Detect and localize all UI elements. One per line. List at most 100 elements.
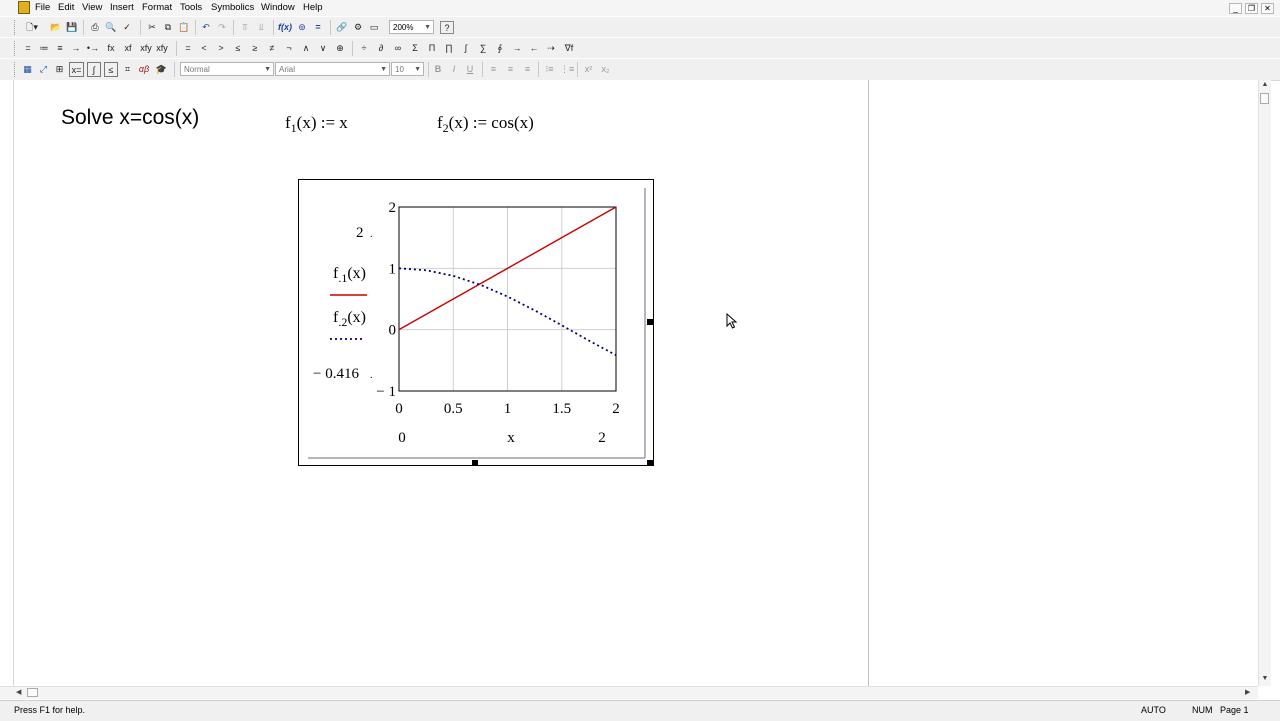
not-equal-button[interactable]: ≠ xyxy=(266,41,278,56)
insert-component-icon[interactable]: ⚙ xyxy=(351,20,365,35)
redo-icon[interactable]: ↷ xyxy=(215,20,229,35)
superscript-icon[interactable]: x² xyxy=(582,62,595,77)
and-button[interactable]: ∧ xyxy=(300,41,312,56)
help-icon[interactable]: ? xyxy=(440,21,454,34)
bool-equal-button[interactable]: = xyxy=(182,41,194,56)
resize-handle-corner[interactable] xyxy=(647,460,653,466)
treefix-button[interactable]: xfy xyxy=(154,41,170,56)
scroll-down-icon[interactable]: ▼ xyxy=(1259,675,1271,685)
definition-f2[interactable]: f2(x) := cos(x) xyxy=(437,113,534,136)
summation-icon[interactable]: Σ xyxy=(409,41,421,56)
calculate-icon[interactable]: = xyxy=(311,20,325,35)
calculator-icon[interactable]: ▦ xyxy=(21,62,34,77)
or-button[interactable]: ∨ xyxy=(317,41,329,56)
menu-symbolics[interactable]: Symbolics xyxy=(211,2,254,13)
toolbar-grip[interactable] xyxy=(14,41,18,56)
cut-icon[interactable]: ✂ xyxy=(145,20,159,35)
menu-edit[interactable]: Edit xyxy=(58,2,74,13)
symbolic-icon[interactable]: 🎓 xyxy=(155,62,168,77)
spell-check-icon[interactable]: ✓ xyxy=(120,20,134,35)
not-button[interactable]: ¬ xyxy=(283,41,295,56)
close-icon[interactable]: ✕ xyxy=(1261,3,1274,14)
size-select[interactable]: 10 ▼ xyxy=(391,62,424,76)
new-document-icon[interactable]: 🗋▾ xyxy=(22,20,42,35)
horizontal-scrollbar[interactable]: ◀ ▶ xyxy=(0,686,1258,699)
keyword-eval-button[interactable]: •→ xyxy=(86,41,100,56)
postfix-button[interactable]: xf xyxy=(121,41,135,56)
menu-view[interactable]: View xyxy=(82,2,102,13)
save-icon[interactable]: 💾 xyxy=(65,20,79,35)
range-sum-icon[interactable]: ∑ xyxy=(477,41,489,56)
xor-button[interactable]: ⊕ xyxy=(334,41,346,56)
greek-icon[interactable]: αβ xyxy=(137,62,151,77)
vertical-scroll-thumb[interactable] xyxy=(1260,93,1269,104)
define-button[interactable]: ≔ xyxy=(38,41,50,56)
numbered-list-icon[interactable]: ⋮≡ xyxy=(560,62,574,77)
infix-button[interactable]: xfy xyxy=(138,41,154,56)
evaluate-button[interactable]: = xyxy=(22,41,34,56)
definite-integral-icon[interactable]: ∮ xyxy=(494,41,506,56)
plot-region[interactable]: 2 1 0− 1 0 0.5 1 1.5 2 0 2 x 2. − 0.416. f.1(x) f.2(x) xyxy=(298,179,654,466)
insert-function-icon[interactable]: f(x) xyxy=(278,20,292,35)
run-script-icon[interactable]: ▭ xyxy=(367,20,381,35)
insert-unit-icon[interactable]: ⊚ xyxy=(295,20,309,35)
boolean-icon[interactable]: ≤ xyxy=(104,62,118,77)
symbolic-eval-button[interactable]: → xyxy=(70,41,82,56)
scroll-left-icon[interactable]: ◀ xyxy=(16,688,21,696)
bullet-list-icon[interactable]: ⁝≡ xyxy=(543,62,556,77)
app-icon[interactable] xyxy=(18,1,30,14)
resize-handle-right[interactable] xyxy=(647,319,653,325)
evaluation-icon[interactable]: x= xyxy=(69,62,84,77)
limit-icon[interactable]: → xyxy=(511,41,523,56)
left-limit-icon[interactable]: ← xyxy=(528,41,540,56)
graph-icon[interactable]: ⤢ xyxy=(37,62,50,77)
toolbar-grip[interactable] xyxy=(14,20,18,35)
align-right-icon[interactable]: ≡ xyxy=(521,62,534,77)
subscript-icon[interactable]: x₂ xyxy=(599,62,612,77)
vector-field-icon[interactable]: ∇f xyxy=(562,41,576,56)
prefix-button[interactable]: fx xyxy=(104,41,118,56)
scroll-up-icon[interactable]: ▲ xyxy=(1259,81,1271,91)
matrix-icon[interactable]: ⊞ xyxy=(53,62,66,77)
horizontal-scroll-thumb[interactable] xyxy=(27,688,38,697)
underline-button[interactable]: U xyxy=(464,62,476,77)
definition-f1[interactable]: f1(x) := x xyxy=(285,113,348,136)
menu-file[interactable]: File xyxy=(35,2,50,13)
open-folder-icon[interactable]: 📂 xyxy=(49,20,63,35)
font-select[interactable]: Arial ▼ xyxy=(275,62,390,76)
align-across-icon[interactable]: ⫪ xyxy=(238,20,252,35)
copy-icon[interactable]: ⧉ xyxy=(161,20,175,35)
calculus-icon[interactable]: ∫ xyxy=(87,62,101,77)
menu-help[interactable]: Help xyxy=(303,2,323,13)
menu-window[interactable]: Window xyxy=(261,2,295,13)
derivative-icon[interactable]: ÷ xyxy=(358,41,370,56)
programming-icon[interactable]: ⌗ xyxy=(121,62,134,77)
resize-handle-bottom[interactable] xyxy=(472,460,478,466)
align-left-icon[interactable]: ≡ xyxy=(487,62,500,77)
paste-icon[interactable]: 📋 xyxy=(177,20,191,35)
vertical-scrollbar[interactable]: ▲ ▼ xyxy=(1258,80,1271,686)
menu-format[interactable]: Format xyxy=(142,2,172,13)
bold-button[interactable]: B xyxy=(432,62,444,77)
insert-hyperlink-icon[interactable]: 🔗 xyxy=(335,20,349,35)
right-limit-icon[interactable]: ⇢ xyxy=(545,41,557,56)
range-product-icon[interactable]: ∏ xyxy=(443,41,455,56)
infinity-icon[interactable]: ∞ xyxy=(392,41,404,56)
less-equal-button[interactable]: ≤ xyxy=(232,41,244,56)
zoom-select[interactable]: 200% ▼ xyxy=(389,20,434,34)
scroll-right-icon[interactable]: ▶ xyxy=(1245,688,1250,696)
integral-icon[interactable]: ∫ xyxy=(460,41,472,56)
align-center-icon[interactable]: ≡ xyxy=(504,62,517,77)
menu-tools[interactable]: Tools xyxy=(180,2,202,13)
nth-derivative-icon[interactable]: ∂ xyxy=(375,41,387,56)
undo-icon[interactable]: ↶ xyxy=(199,20,213,35)
greater-than-button[interactable]: > xyxy=(215,41,227,56)
restore-icon[interactable]: ❐ xyxy=(1245,3,1258,14)
product-icon[interactable]: Π xyxy=(426,41,438,56)
style-select[interactable]: Normal ▼ xyxy=(180,62,274,76)
less-than-button[interactable]: < xyxy=(198,41,210,56)
menu-insert[interactable]: Insert xyxy=(110,2,134,13)
print-preview-icon[interactable]: 🔍 xyxy=(104,20,118,35)
minimize-icon[interactable]: _ xyxy=(1229,3,1242,14)
toolbar-grip[interactable] xyxy=(14,62,18,77)
